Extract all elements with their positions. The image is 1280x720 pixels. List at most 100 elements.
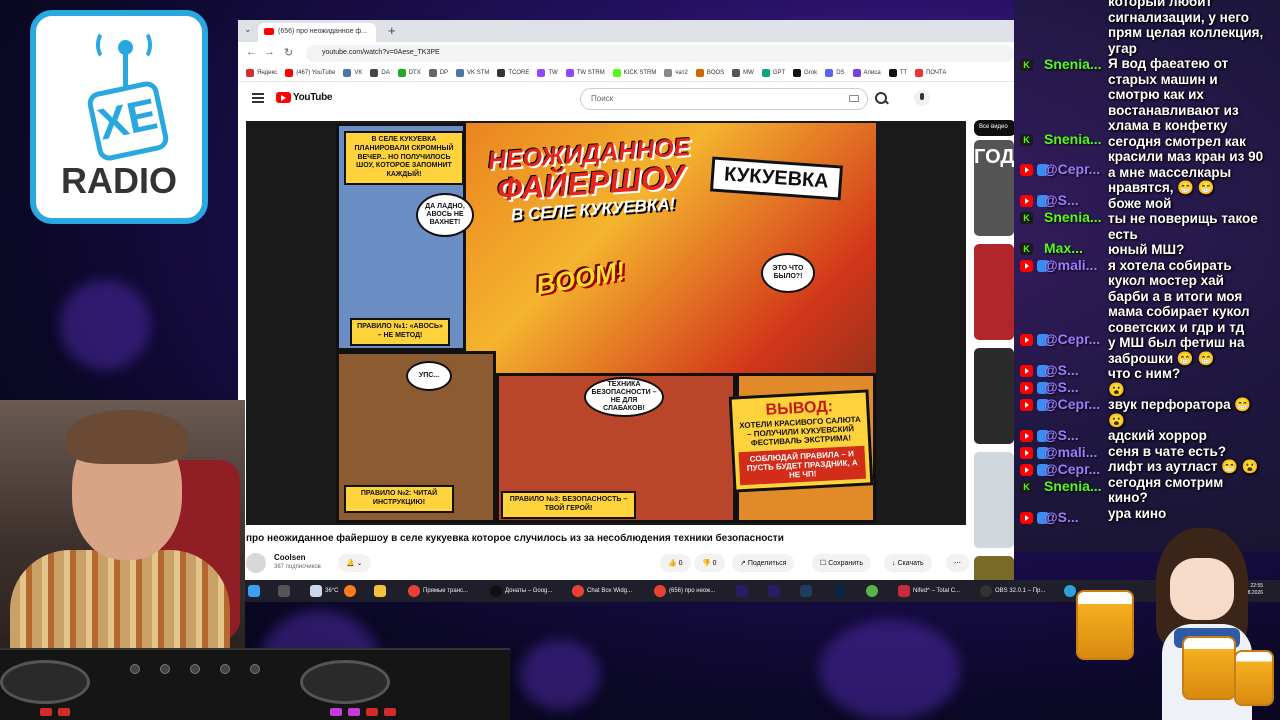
bookmark-item[interactable]: (467) YouTube — [285, 64, 335, 81]
mixer-knob[interactable] — [250, 664, 260, 674]
chat-nickname[interactable]: @mali... — [1044, 444, 1097, 460]
weather-widget[interactable]: 36°C — [310, 583, 338, 599]
keyboard-icon[interactable] — [849, 95, 859, 102]
sidebar-tab-all[interactable]: Все видео — [974, 120, 1014, 136]
chat-nickname[interactable]: @Серг... — [1044, 161, 1100, 177]
bookmark-item[interactable]: DS — [825, 64, 845, 81]
bookmark-item[interactable]: чат2 — [664, 64, 688, 81]
chat-nickname[interactable]: @mali... — [1044, 257, 1097, 273]
chat-nickname[interactable]: @S... — [1044, 362, 1079, 378]
performance-pad[interactable] — [384, 708, 396, 716]
chat-nickname[interactable]: @S... — [1044, 427, 1079, 443]
dislike-button[interactable]: 👎 0 — [694, 554, 725, 572]
notification-bell-button[interactable]: 🔔 ⌄ — [338, 554, 371, 572]
taskbar-item[interactable]: Прямые транс... — [408, 583, 468, 599]
mixer-knob[interactable] — [160, 664, 170, 674]
tab-search-icon[interactable]: ⌄ — [244, 24, 252, 35]
taskbar-item[interactable]: Chat Box Widg... — [572, 583, 632, 599]
firefox-icon[interactable] — [344, 583, 359, 599]
chat-nickname[interactable]: @S... — [1044, 192, 1079, 208]
performance-pad[interactable] — [348, 708, 360, 716]
chat-nickname[interactable]: Snenia... — [1044, 209, 1102, 225]
performance-pad[interactable] — [330, 708, 342, 716]
mixer-knob[interactable] — [130, 664, 140, 674]
related-video-thumb[interactable] — [974, 452, 1014, 548]
bookmark-item[interactable]: GPT — [761, 64, 785, 81]
new-tab-icon[interactable]: + — [388, 23, 396, 38]
audition-icon[interactable] — [800, 583, 815, 599]
reload-icon[interactable]: ↻ — [284, 46, 293, 59]
bookmark-item[interactable]: VK — [343, 64, 362, 81]
bookmark-item[interactable]: MW — [732, 64, 754, 81]
chat-nickname[interactable]: @S... — [1044, 509, 1079, 525]
share-button[interactable]: ↗ Поделиться — [732, 554, 795, 572]
bookmark-item[interactable]: DA — [370, 64, 390, 81]
performance-pad[interactable] — [40, 708, 52, 716]
chat-nickname[interactable]: @Серг... — [1044, 331, 1100, 347]
chat-nickname[interactable]: Max... — [1044, 240, 1083, 256]
thumbnail-title: НЕОЖИДАННОЕ ФАЙЕРШОУ В СЕЛЕ КУКУЕВКА! — [474, 133, 709, 227]
bookmark-item[interactable]: KICK STRM — [612, 64, 656, 81]
video-player[interactable]: В СЕЛЕ КУКУЕВКА ПЛАНИРОВАЛИ СКРОМНЫЙ ВЕЧ… — [246, 121, 966, 525]
rule-caption: ПРАВИЛО №1: «АВОСЬ» – НЕ МЕТОД! — [350, 318, 450, 346]
search-icon[interactable] — [874, 91, 888, 105]
bookmark-item[interactable]: TCORE — [497, 64, 529, 81]
jog-wheel[interactable] — [300, 660, 390, 704]
channel-avatar[interactable] — [246, 553, 266, 573]
bookmark-item[interactable]: VK STM — [456, 64, 489, 81]
bookmark-item[interactable]: TW STRM — [565, 64, 605, 81]
mixer-knob[interactable] — [190, 664, 200, 674]
chat-nickname[interactable]: Snenia... — [1044, 478, 1102, 494]
url-input[interactable]: youtube.com/watch?v=0Aese_TK3PE — [306, 45, 1014, 62]
chat-nickname[interactable]: Snenia... — [1044, 131, 1102, 147]
related-video-thumb[interactable]: ГОД В РАБО — [974, 140, 1014, 236]
taskbar-item[interactable]: Донаты – Goog... — [490, 583, 552, 599]
taskbar-item[interactable]: Nifed^ – Total C... — [898, 583, 960, 599]
bookmark-item[interactable]: ПОЧТА — [915, 64, 946, 81]
premiere-icon[interactable] — [768, 583, 783, 599]
like-button[interactable]: 👍 0 — [660, 554, 691, 572]
back-icon[interactable]: ← — [246, 46, 257, 58]
bookmark-item[interactable]: DTX — [397, 64, 421, 81]
webcam-feed — [0, 400, 245, 648]
taskbar-item[interactable]: OBS 32.0.1 – Пр... — [980, 583, 1045, 599]
app-icon[interactable] — [866, 583, 881, 599]
related-video-thumb[interactable] — [974, 556, 1014, 580]
related-video-thumb[interactable] — [974, 244, 1014, 340]
performance-pad[interactable] — [366, 708, 378, 716]
channel-name[interactable]: Coolsen — [274, 553, 306, 562]
microphone-icon[interactable] — [914, 90, 930, 106]
mixer-knob[interactable] — [220, 664, 230, 674]
bookmark-item[interactable]: Яндекс — [246, 64, 277, 81]
chat-text-line: кукол мостер хай — [1108, 273, 1224, 288]
bookmark-item[interactable]: TW — [537, 64, 558, 81]
photoshop-icon[interactable] — [834, 583, 849, 599]
search-input[interactable]: Поиск — [580, 88, 868, 110]
folder-icon[interactable] — [374, 583, 389, 599]
premiere-icon[interactable] — [736, 583, 751, 599]
related-video-thumb[interactable] — [974, 348, 1014, 444]
menu-icon[interactable] — [252, 93, 264, 103]
bookmark-item[interactable]: DP — [428, 64, 448, 81]
chat-nickname[interactable]: @Серг... — [1044, 461, 1100, 477]
taskbar-item[interactable]: (656) про неож... — [654, 583, 715, 599]
related-video-overlay: ГОД В РАБО — [974, 146, 1014, 168]
search-icon[interactable] — [278, 583, 293, 599]
performance-pad[interactable] — [58, 708, 70, 716]
chat-nickname[interactable]: Snenia... — [1044, 56, 1102, 72]
forward-icon[interactable]: → — [264, 46, 275, 58]
start-icon[interactable] — [248, 583, 263, 599]
browser-tab[interactable]: (656) про неожиданное ф... — [258, 23, 376, 42]
download-button[interactable]: ↓ Скачать — [884, 554, 932, 572]
bookmark-item[interactable]: Алиса — [852, 64, 881, 81]
youtube-logo[interactable]: YouTube — [276, 92, 333, 103]
chat-nickname[interactable]: @Серг... — [1044, 396, 1100, 412]
speech-bubble: ТЕХНИКА БЕЗОПАСНОСТИ – НЕ ДЛЯ СЛАБАКОВ! — [584, 377, 664, 417]
chat-nickname[interactable]: @S... — [1044, 379, 1079, 395]
jog-wheel[interactable] — [0, 660, 90, 704]
bookmark-item[interactable]: Grok — [793, 64, 817, 81]
more-actions-icon[interactable]: ⋯ — [946, 554, 969, 572]
bookmark-item[interactable]: TT — [888, 64, 907, 81]
bookmark-item[interactable]: BOOS — [695, 64, 724, 81]
save-button[interactable]: ☐ Сохранить — [812, 554, 872, 572]
